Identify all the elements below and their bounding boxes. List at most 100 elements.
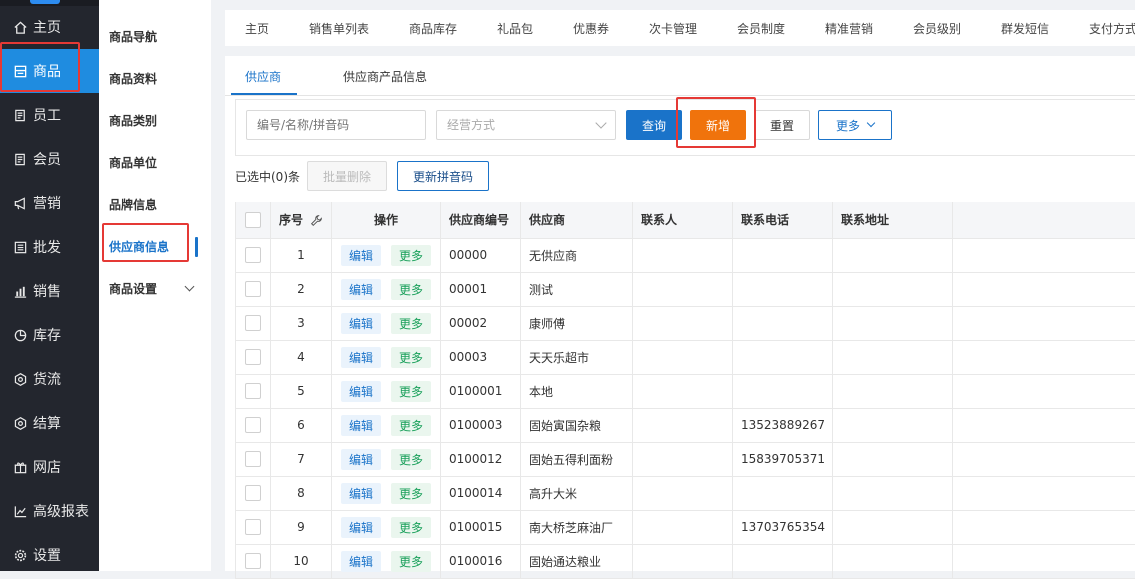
top-tab-member-system[interactable]: 会员制度 (737, 20, 785, 37)
nav-item-staff[interactable]: 员工 (0, 93, 99, 137)
query-button[interactable]: 查询 (626, 110, 682, 140)
tab-supplier[interactable]: 供应商 (245, 68, 281, 85)
table-row[interactable]: 4编辑更多00003天天乐超市 (236, 340, 1135, 374)
row-checkbox[interactable] (245, 485, 261, 501)
tab-supplier-products[interactable]: 供应商产品信息 (343, 68, 427, 85)
select-all-checkbox[interactable] (245, 212, 261, 228)
nav-item-marketing[interactable]: 营销 (0, 181, 99, 225)
column-header-no: 序号 (279, 213, 303, 227)
nav-item-settlement[interactable]: 结算 (0, 401, 99, 445)
edit-button[interactable]: 编辑 (341, 279, 381, 300)
row-number: 6 (271, 408, 332, 442)
table-row[interactable]: 7编辑更多0100012固始五得利面粉15839705371 (236, 442, 1135, 476)
supplier-name: 固始五得利面粉 (521, 442, 633, 476)
top-tab-sms[interactable]: 群发短信 (1001, 20, 1049, 37)
row-checkbox[interactable] (245, 383, 261, 399)
row-checkbox[interactable] (245, 349, 261, 365)
edit-button[interactable]: 编辑 (341, 483, 381, 504)
more-button[interactable]: 更多 (391, 245, 431, 266)
nav-item-webshop[interactable]: 网店 (0, 445, 99, 489)
contact-person (633, 544, 733, 578)
batch-delete-button[interactable]: 批量删除 (307, 161, 387, 191)
edit-button[interactable]: 编辑 (341, 381, 381, 402)
chevron-down-icon (595, 117, 606, 128)
contact-address (833, 272, 953, 306)
row-checkbox[interactable] (245, 281, 261, 297)
row-checkbox[interactable] (245, 417, 261, 433)
subnav-item-unit[interactable]: 商品单位 (109, 155, 157, 171)
top-tab-precise-marketing[interactable]: 精准营销 (825, 20, 873, 37)
more-button[interactable]: 更多 (391, 347, 431, 368)
nav-item-wholesale[interactable]: 批发 (0, 225, 99, 269)
more-button[interactable]: 更多 (391, 313, 431, 334)
top-tab-gift-pack[interactable]: 礼品包 (497, 20, 533, 37)
empty-cell (953, 306, 1135, 340)
nav-item-inventory[interactable]: 库存 (0, 313, 99, 357)
edit-button[interactable]: 编辑 (341, 313, 381, 334)
empty-cell (953, 544, 1135, 578)
table-row[interactable]: 8编辑更多0100014高升大米 (236, 476, 1135, 510)
subnav-item-product-nav[interactable]: 商品导航 (109, 29, 157, 45)
top-tab-sales-list[interactable]: 销售单列表 (309, 20, 369, 37)
wrench-icon[interactable] (310, 214, 323, 227)
edit-button[interactable]: 编辑 (341, 347, 381, 368)
row-actions: 编辑更多 (332, 272, 441, 306)
more-button[interactable]: 更多 (391, 483, 431, 504)
top-tab-card[interactable]: 次卡管理 (649, 20, 697, 37)
nav-item-home[interactable]: 主页 (0, 5, 99, 49)
nav-item-reports[interactable]: 高级报表 (0, 489, 99, 533)
table-row[interactable]: 5编辑更多0100001本地 (236, 374, 1135, 408)
more-button[interactable]: 更多 (391, 415, 431, 436)
more-button[interactable]: 更多 (391, 449, 431, 470)
table-row[interactable]: 6编辑更多0100003固始寅国杂粮13523889267 (236, 408, 1135, 442)
settings-icon (12, 547, 28, 563)
subnav-item-product-settings[interactable]: 商品设置 (109, 281, 157, 297)
chevron-down-icon[interactable] (185, 282, 195, 292)
contact-person (633, 238, 733, 272)
more-button[interactable]: 更多 (391, 279, 431, 300)
more-button[interactable]: 更多 (391, 551, 431, 572)
search-input[interactable] (246, 110, 426, 140)
more-dropdown-button[interactable]: 更多 (818, 110, 892, 140)
row-checkbox[interactable] (245, 553, 261, 569)
row-checkbox[interactable] (245, 247, 261, 263)
row-checkbox[interactable] (245, 519, 261, 535)
table-row[interactable]: 1编辑更多00000无供应商 (236, 238, 1135, 272)
top-tab-payment[interactable]: 支付方式 (1089, 20, 1135, 37)
top-tab-coupon[interactable]: 优惠券 (573, 20, 609, 37)
top-tab-member-level[interactable]: 会员级别 (913, 20, 961, 37)
reset-button[interactable]: 重置 (754, 110, 810, 140)
nav-item-label: 结算 (33, 413, 61, 433)
subnav-item-category[interactable]: 商品类别 (109, 113, 157, 129)
table-row[interactable]: 3编辑更多00002康师傅 (236, 306, 1135, 340)
subnav-item-brand[interactable]: 品牌信息 (109, 197, 157, 213)
more-button[interactable]: 更多 (391, 517, 431, 538)
edit-button[interactable]: 编辑 (341, 245, 381, 266)
row-checkbox[interactable] (245, 451, 261, 467)
nav-item-product[interactable]: 商品 (0, 49, 99, 93)
table-row[interactable]: 10编辑更多0100016固始通达粮业 (236, 544, 1135, 578)
edit-button[interactable]: 编辑 (341, 415, 381, 436)
row-number: 10 (271, 544, 332, 578)
top-tab-stock[interactable]: 商品库存 (409, 20, 457, 37)
add-button[interactable]: 新增 (690, 110, 746, 140)
nav-item-label: 商品 (33, 61, 61, 81)
nav-item-settings[interactable]: 设置 (0, 533, 99, 577)
row-checkbox[interactable] (245, 315, 261, 331)
supplier-code: 0100003 (441, 408, 521, 442)
contact-person (633, 306, 733, 340)
nav-item-member[interactable]: 会员 (0, 137, 99, 181)
table-row[interactable]: 9编辑更多0100015南大桥芝麻油厂13703765354 (236, 510, 1135, 544)
top-tab-home[interactable]: 主页 (245, 20, 269, 37)
business-mode-select[interactable]: 经营方式 (436, 110, 616, 140)
edit-button[interactable]: 编辑 (341, 517, 381, 538)
nav-item-logistics[interactable]: 货流 (0, 357, 99, 401)
subnav-item-product-info[interactable]: 商品资料 (109, 71, 157, 87)
edit-button[interactable]: 编辑 (341, 449, 381, 470)
edit-button[interactable]: 编辑 (341, 551, 381, 572)
more-button[interactable]: 更多 (391, 381, 431, 402)
table-row[interactable]: 2编辑更多00001测试 (236, 272, 1135, 306)
nav-item-sales[interactable]: 销售 (0, 269, 99, 313)
update-pinyin-button[interactable]: 更新拼音码 (397, 161, 489, 191)
subnav-item-supplier[interactable]: 供应商信息 (109, 239, 169, 255)
